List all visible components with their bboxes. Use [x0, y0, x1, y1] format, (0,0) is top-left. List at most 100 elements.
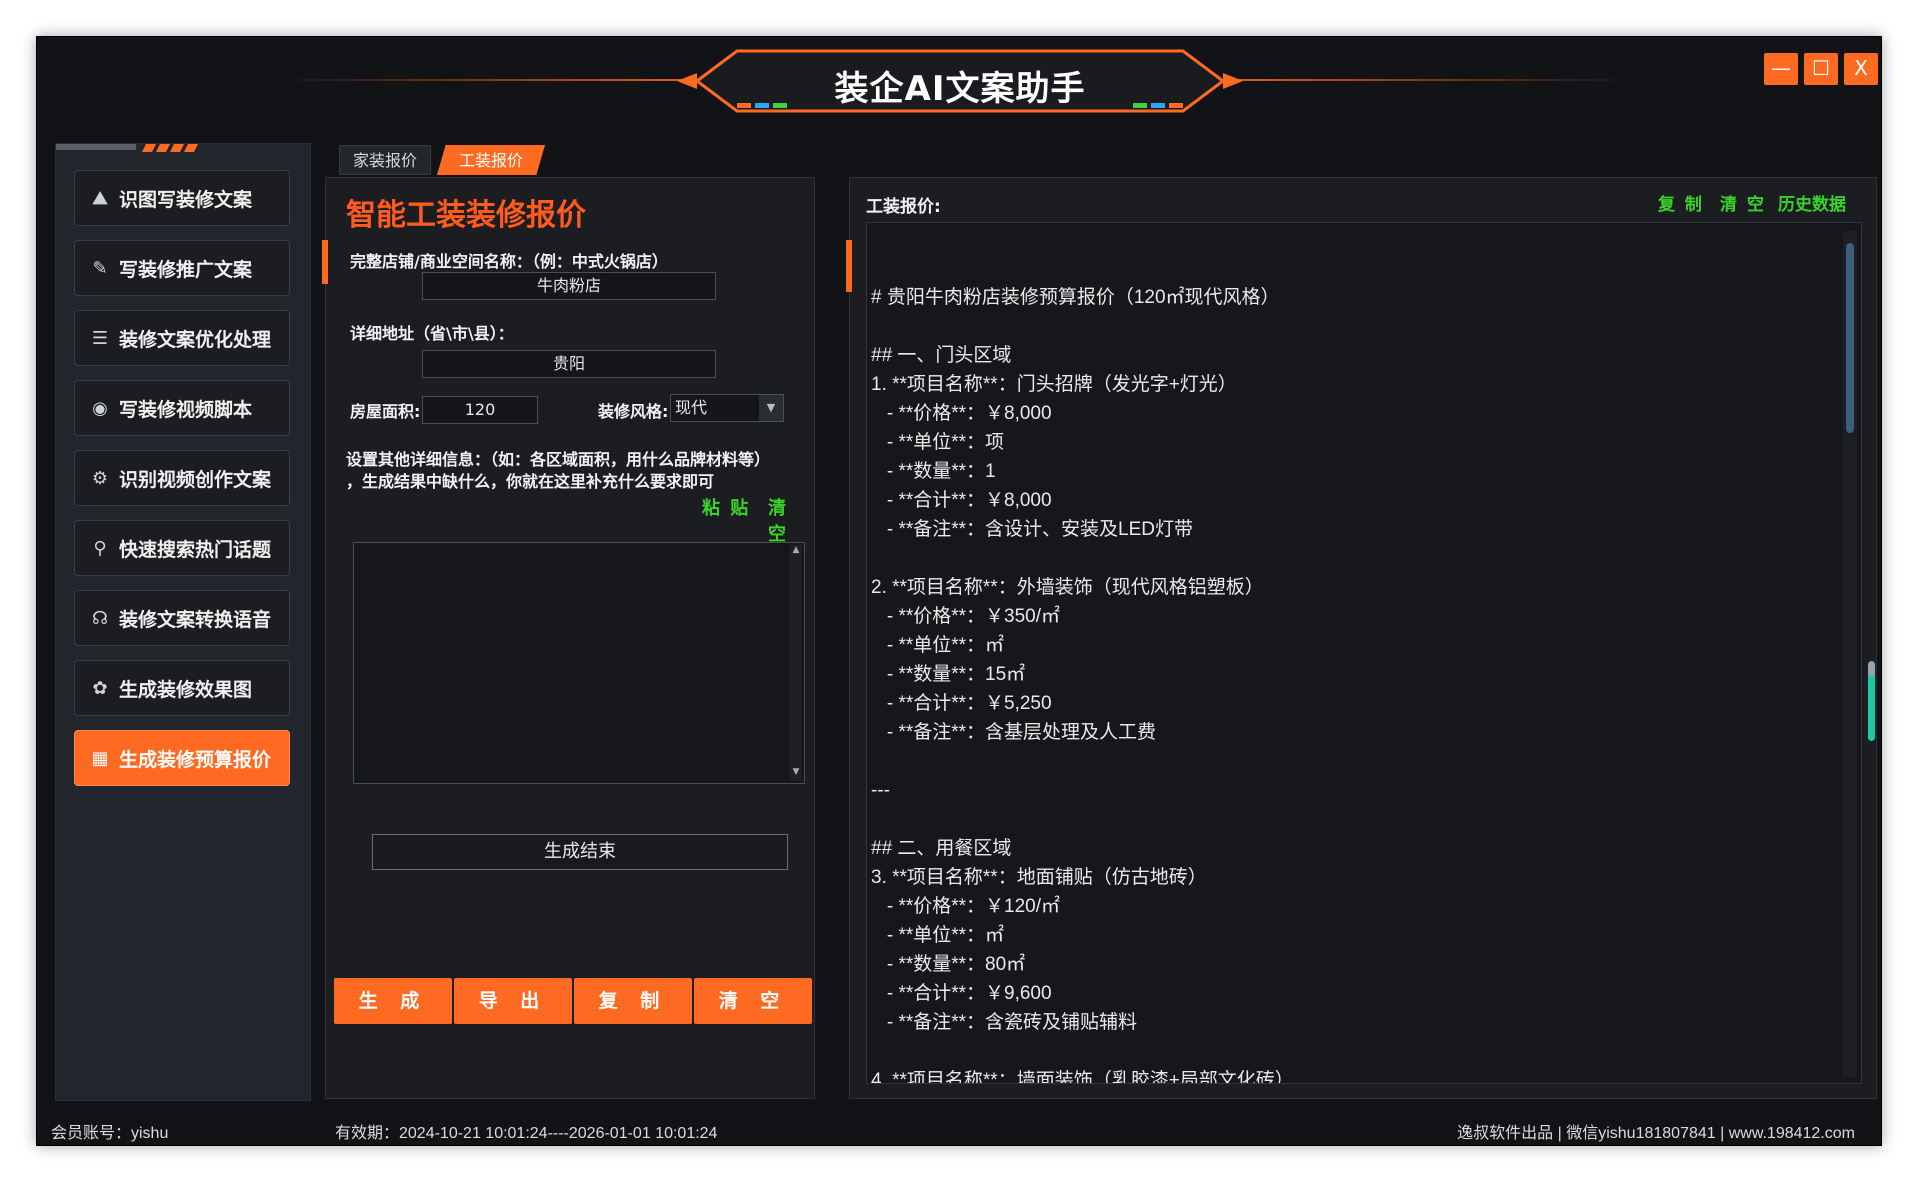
address-label: 详细地址（省\市\县）：: [350, 324, 514, 343]
sidebar-item-render-image[interactable]: ✿ 生成装修效果图: [74, 660, 290, 716]
output-line: ---: [871, 780, 890, 801]
calculator-icon: ▦: [91, 747, 109, 769]
output-line: 1. **项目名称**：门头招牌（发光字+灯光）: [871, 374, 1237, 395]
output-line: - **价格**：￥120/㎡: [871, 896, 1060, 917]
output-line: ## 一、门头区域: [871, 345, 1012, 366]
area-input[interactable]: 120: [422, 396, 538, 424]
sidebar-item-image-copywriting[interactable]: ⛰ 识图写装修文案: [74, 170, 290, 226]
scroll-down-icon[interactable]: ▼: [790, 767, 802, 781]
detail-hint-line1: 设置其他详细信息：（如：各区域面积，用什么品牌材料等）: [346, 450, 771, 469]
history-button[interactable]: 历史数据: [1778, 190, 1846, 215]
output-label: 工装报价:: [866, 197, 941, 217]
sidebar-item-video-recognize[interactable]: ⚙ 识别视频创作文案: [74, 450, 290, 506]
output-line: 2. **项目名称**：外墙装饰（现代风格铝塑板）: [871, 577, 1264, 598]
sidebar-item-video-script[interactable]: ◉ 写装修视频脚本: [74, 380, 290, 436]
scroll-up-icon[interactable]: ▲: [790, 545, 802, 559]
output-line: - **合计**：￥9,600: [871, 983, 1052, 1004]
edge-scroll-indicator: [1868, 661, 1875, 741]
clear-button[interactable]: 清 空: [694, 978, 812, 1024]
sidebar-item-label: 生成装修预算报价: [119, 748, 272, 771]
minimize-button[interactable]: —: [1764, 53, 1798, 85]
style-select-value: 现代: [675, 398, 708, 417]
copy-button[interactable]: 复 制: [574, 978, 692, 1024]
maximize-button[interactable]: ☐: [1804, 53, 1838, 85]
output-line: - **单位**：项: [871, 432, 1005, 453]
output-line: ## 二、用餐区域: [871, 838, 1012, 859]
output-scrollbar-thumb[interactable]: [1846, 243, 1854, 433]
output-line: # 贵阳牛肉粉店装修预算报价（120㎡现代风格）: [871, 287, 1280, 308]
chevron-down-icon: ▼: [759, 395, 783, 421]
sidebar-item-label: 识别视频创作文案: [119, 468, 272, 491]
output-line: - **数量**：15㎡: [871, 664, 1026, 685]
detail-scrollbar[interactable]: ▲ ▼: [790, 545, 802, 781]
title-bar: 装企AI文案助手 — ☐ X: [37, 37, 1881, 132]
paste-button[interactable]: 粘 贴: [702, 494, 750, 520]
sidebar-item-label: 生成装修效果图: [119, 678, 253, 701]
detail-clear-button[interactable]: 清 空: [768, 494, 814, 546]
panel-deco-tick: [846, 240, 852, 292]
gear-icon: ⚙: [91, 467, 109, 489]
output-line: - **价格**：￥350/㎡: [871, 606, 1060, 627]
sidebar: ⛰ 识图写装修文案 ✎ 写装修推广文案 ☰ 装修文案优化处理 ◉ 写装修视频脚本…: [55, 143, 311, 1101]
credits-text: 逸叔软件出品 | 微信yishu181807841 | www.198412.c…: [1457, 1125, 1855, 1142]
generate-button[interactable]: 生 成: [334, 978, 452, 1024]
output-line: - **备注**：含设计、安装及LED灯带: [871, 519, 1193, 540]
output-clear-button[interactable]: 清 空: [1720, 190, 1766, 215]
sidebar-item-label: 装修文案优化处理: [119, 328, 272, 351]
output-line: - **数量**：80㎡: [871, 954, 1026, 975]
area-label: 房屋面积:: [350, 402, 421, 421]
pen-icon: ✎: [92, 257, 108, 279]
app-window: 装企AI文案助手 — ☐ X ⛰ 识图写装修文案 ✎ 写装修推广文案 ☰ 装修文…: [36, 36, 1882, 1146]
output-line: - **合计**：￥8,000: [871, 490, 1052, 511]
sidebar-item-text-to-speech[interactable]: ☊ 装修文案转换语音: [74, 590, 290, 646]
tab-home-quote[interactable]: 家装报价: [339, 145, 431, 175]
output-scrollbar[interactable]: [1843, 231, 1857, 1077]
output-line: - **备注**：含瓷砖及铺贴辅料: [871, 1012, 1138, 1033]
sidebar-item-budget-quote[interactable]: ▦ 生成装修预算报价: [74, 730, 290, 786]
output-line: 4. **项目名称**：墙面装饰（乳胶漆+局部文化砖）: [871, 1070, 1294, 1084]
close-button[interactable]: X: [1844, 53, 1878, 85]
store-name-input[interactable]: 牛肉粉店: [422, 272, 716, 300]
sidebar-item-copy-optimize[interactable]: ☰ 装修文案优化处理: [74, 310, 290, 366]
sidebar-item-label: 写装修视频脚本: [119, 398, 253, 421]
location-pin-icon: ⚲: [93, 537, 107, 559]
camera-icon: ◉: [92, 397, 108, 419]
store-name-label: 完整店铺/商业空间名称：（例：中式火锅店）: [350, 252, 668, 271]
quote-form-panel: 智能工装装修报价 完整店铺/商业空间名称：（例：中式火锅店） 牛肉粉店 详细地址…: [322, 177, 815, 1099]
sidebar-item-hot-topics[interactable]: ⚲ 快速搜索热门话题: [74, 520, 290, 576]
output-textarea[interactable]: # 贵阳牛肉粉店装修预算报价（120㎡现代风格） ## 一、门头区域 1. **项目…: [866, 222, 1862, 1084]
image-icon: ⛰: [92, 187, 108, 209]
status-bar: 会员账号：yishu 有效期：2024-10-21 10:01:24----20…: [37, 1111, 1881, 1145]
status-field: 生成结束: [372, 834, 788, 870]
sidebar-item-label: 写装修推广文案: [119, 258, 253, 281]
headphones-icon: ☊: [92, 607, 108, 629]
validity-text: 有效期：2024-10-21 10:01:24----2026-01-01 10…: [335, 1125, 718, 1142]
output-panel: 工装报价: 复 制 清 空 历史数据 # 贵阳牛肉粉店装修预算报价（120㎡现代…: [846, 177, 1877, 1099]
output-copy-button[interactable]: 复 制: [1658, 190, 1704, 215]
output-line: - **价格**：￥8,000: [871, 403, 1052, 424]
export-button[interactable]: 导 出: [454, 978, 572, 1024]
output-line: - **合计**：￥5,250: [871, 693, 1052, 714]
output-content: # 贵阳牛肉粉店装修预算报价（120㎡现代风格） ## 一、门头区域 1. **项目…: [871, 283, 1831, 1084]
account-text: 会员账号：yishu: [51, 1125, 169, 1142]
output-line: - **单位**：㎡: [871, 925, 1005, 946]
sidebar-item-promo-copywriting[interactable]: ✎ 写装修推广文案: [74, 240, 290, 296]
detail-hint-line2: ，生成结果中缺什么，你就在这里补充什么要求即可: [346, 472, 715, 491]
sidebar-deco: [56, 144, 198, 152]
detail-textarea[interactable]: ▲ ▼: [353, 542, 805, 784]
sidebar-item-label: 装修文案转换语音: [119, 608, 272, 631]
style-select[interactable]: 现代 ▼: [670, 394, 784, 422]
output-line: - **单位**：㎡: [871, 635, 1005, 656]
palette-icon: ✿: [92, 677, 108, 699]
output-line: - **备注**：含基层处理及人工费: [871, 722, 1157, 743]
output-line: - **数量**：1: [871, 461, 996, 482]
tab-commercial-quote[interactable]: 工装报价: [437, 145, 545, 175]
document-icon: ☰: [91, 327, 109, 349]
sidebar-item-label: 快速搜索热门话题: [119, 538, 272, 561]
style-label: 装修风格:: [598, 402, 669, 421]
address-input[interactable]: 贵阳: [422, 350, 716, 378]
